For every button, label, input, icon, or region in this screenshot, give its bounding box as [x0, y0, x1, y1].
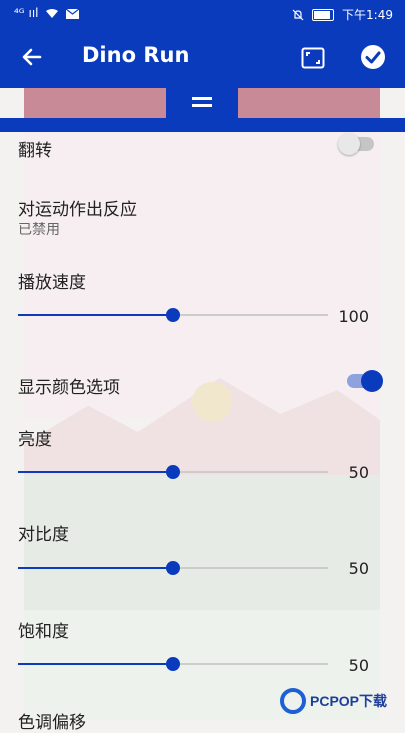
back-arrow-icon[interactable]: [20, 45, 44, 69]
game-preview-background: [24, 80, 380, 720]
page-title: Dino Run: [82, 43, 190, 67]
watermark: PCPOP下载: [280, 683, 405, 719]
panel-top-edge: [0, 118, 405, 132]
watermark-text: PCPOP下载: [310, 693, 388, 709]
watermark-logo-icon: [280, 688, 306, 714]
flip-toggle-thumb: [338, 133, 360, 155]
contrast-slider-fill: [18, 567, 173, 569]
speed-value: 100: [338, 307, 369, 326]
speed-slider-fill: [18, 314, 173, 316]
status-right: 下午1:49: [292, 6, 393, 23]
saturation-value: 50: [348, 656, 369, 675]
app-bar: Dino Run: [0, 28, 405, 88]
hue-shift-label: 色调偏移: [18, 713, 86, 733]
show-color-toggle-thumb: [361, 370, 383, 392]
brightness-slider-thumb[interactable]: [166, 465, 180, 479]
bell-off-icon: [292, 9, 304, 20]
contrast-slider-thumb[interactable]: [166, 561, 180, 575]
brightness-slider[interactable]: [18, 465, 328, 479]
show-color-label: 显示颜色选项: [18, 378, 120, 398]
status-left: ⁴ᴳ ııl: [14, 6, 80, 20]
wifi-icon: [46, 9, 59, 18]
brightness-value: 50: [348, 463, 369, 482]
game-coin: [192, 382, 232, 422]
saturation-label: 饱和度: [18, 622, 69, 642]
flip-label: 翻转: [18, 141, 52, 161]
signal-indicator: ⁴ᴳ ııl: [14, 6, 39, 20]
saturation-slider-fill: [18, 663, 173, 665]
react-to-motion-status: 已禁用: [18, 222, 60, 238]
mail-icon: [65, 8, 80, 19]
fit-screen-icon[interactable]: [301, 46, 325, 70]
battery-icon: [312, 8, 335, 21]
speed-slider[interactable]: [18, 308, 328, 322]
show-color-toggle[interactable]: [347, 370, 383, 392]
drag-handle-line: [192, 104, 212, 107]
game-trees: [24, 475, 380, 625]
status-bar: ⁴ᴳ ııl 下午1:49: [0, 0, 405, 28]
flip-toggle[interactable]: [338, 133, 374, 155]
react-to-motion-label[interactable]: 对运动作出反应: [18, 195, 137, 220]
checkmark-icon[interactable]: [361, 45, 385, 69]
status-time: 下午1:49: [342, 8, 393, 22]
speed-slider-thumb[interactable]: [166, 308, 180, 322]
drag-handle-icon: [192, 97, 212, 100]
saturation-slider[interactable]: [18, 657, 328, 671]
speed-label: 播放速度: [18, 273, 86, 293]
brightness-label: 亮度: [18, 430, 52, 450]
contrast-label: 对比度: [18, 525, 69, 545]
brightness-slider-fill: [18, 471, 173, 473]
contrast-value: 50: [348, 559, 369, 578]
drag-handle[interactable]: [166, 88, 238, 118]
contrast-slider[interactable]: [18, 561, 328, 575]
saturation-slider-thumb[interactable]: [166, 657, 180, 671]
